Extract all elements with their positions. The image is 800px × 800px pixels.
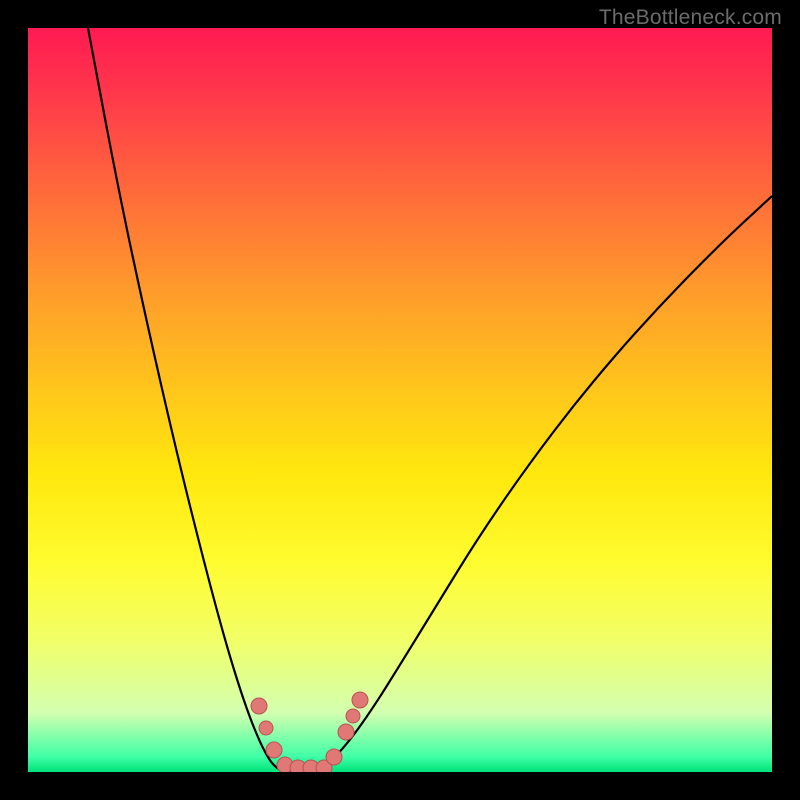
marker-dot xyxy=(266,742,282,758)
curve-right-branch xyxy=(296,196,772,772)
watermark-text: TheBottleneck.com xyxy=(599,6,782,30)
curve-left-branch xyxy=(88,28,296,772)
marker-dot xyxy=(251,698,267,714)
chart-plot-area xyxy=(28,28,772,772)
marker-dot xyxy=(346,709,360,723)
chart-svg xyxy=(28,28,772,772)
marker-dot xyxy=(259,721,273,735)
marker-dot xyxy=(338,724,354,740)
marker-dot xyxy=(326,749,342,765)
marker-dot xyxy=(352,692,368,708)
